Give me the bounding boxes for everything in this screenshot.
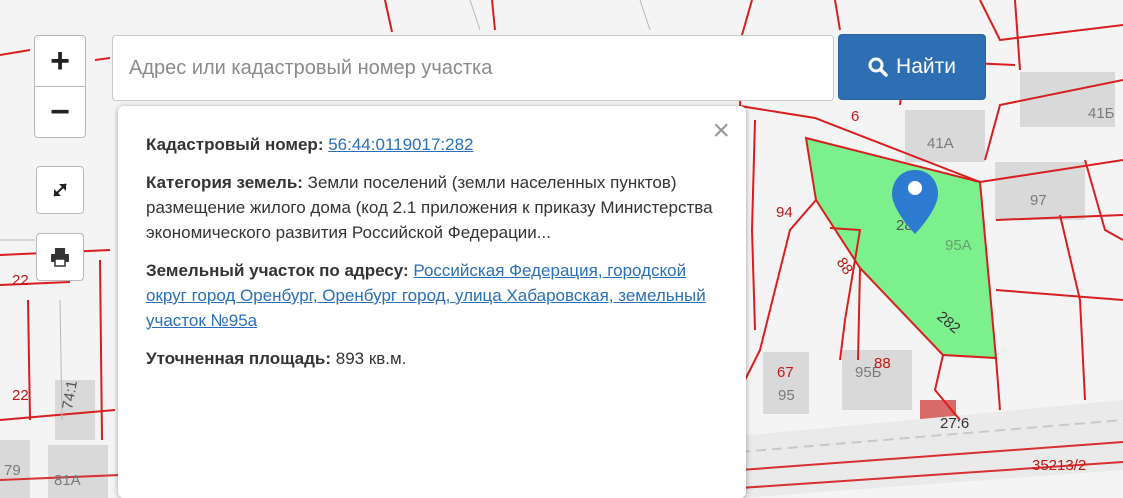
map-label-6: 6 xyxy=(851,108,859,125)
address-row: Земельный участок по адресу: Российская … xyxy=(146,258,724,333)
plus-icon: + xyxy=(50,41,70,80)
zoom-out-button[interactable]: − xyxy=(34,86,86,138)
print-button[interactable] xyxy=(36,233,84,281)
search-button[interactable]: Найти xyxy=(838,34,986,100)
cadastral-number-row: Кадастровый номер: 56:44:0119017:282 xyxy=(146,132,724,157)
map-label-35213: 35213/2 xyxy=(1032,457,1086,474)
map-label-41b: 41Б xyxy=(1088,105,1115,122)
map-label-79: 79 xyxy=(4,462,21,479)
map-label-81a: 81А xyxy=(54,472,81,489)
area-row: Уточненная площадь: 893 кв.м. xyxy=(146,346,724,371)
cadastral-number-label: Кадастровый номер: xyxy=(146,135,324,154)
search-icon xyxy=(868,57,888,77)
map-label-41a: 41А xyxy=(927,135,954,152)
map-label-95a: 95А xyxy=(945,237,972,254)
zoom-in-button[interactable]: + xyxy=(34,35,86,87)
area-label: Уточненная площадь: xyxy=(146,349,331,368)
map-label-27-6: 27:6 xyxy=(940,415,969,432)
parcel-info-popup: × Кадастровый номер: 56:44:0119017:282 К… xyxy=(118,106,746,498)
land-category-row: Категория земель: Земли поселений (земли… xyxy=(146,170,724,245)
map-label-22b: 22 xyxy=(12,387,29,404)
map-label-67: 67 xyxy=(777,364,794,381)
minus-icon: − xyxy=(50,92,70,131)
map-label-22a: 22 xyxy=(12,272,29,289)
expand-icon xyxy=(53,183,67,197)
map-label-95: 95 xyxy=(778,387,795,404)
search-input[interactable] xyxy=(112,35,834,101)
land-category-label: Категория земель: xyxy=(146,173,303,192)
close-icon[interactable]: × xyxy=(712,116,730,146)
map-label-88b: 88 xyxy=(874,355,891,372)
fullscreen-button[interactable] xyxy=(36,166,84,214)
land-category-value: Земли поселений (земли населенных пункто… xyxy=(307,173,677,192)
map-label-97: 97 xyxy=(1030,192,1047,209)
printer-icon xyxy=(51,248,69,267)
map-label-94: 94 xyxy=(776,204,793,221)
permitted-use-text: размещение жилого дома (код 2.1 приложен… xyxy=(146,198,713,242)
search-button-label: Найти xyxy=(896,55,956,78)
area-value: 893 кв.м. xyxy=(335,349,407,368)
cadastral-number-link[interactable]: 56:44:0119017:282 xyxy=(328,135,473,154)
address-label: Земельный участок по адресу: xyxy=(146,261,409,280)
